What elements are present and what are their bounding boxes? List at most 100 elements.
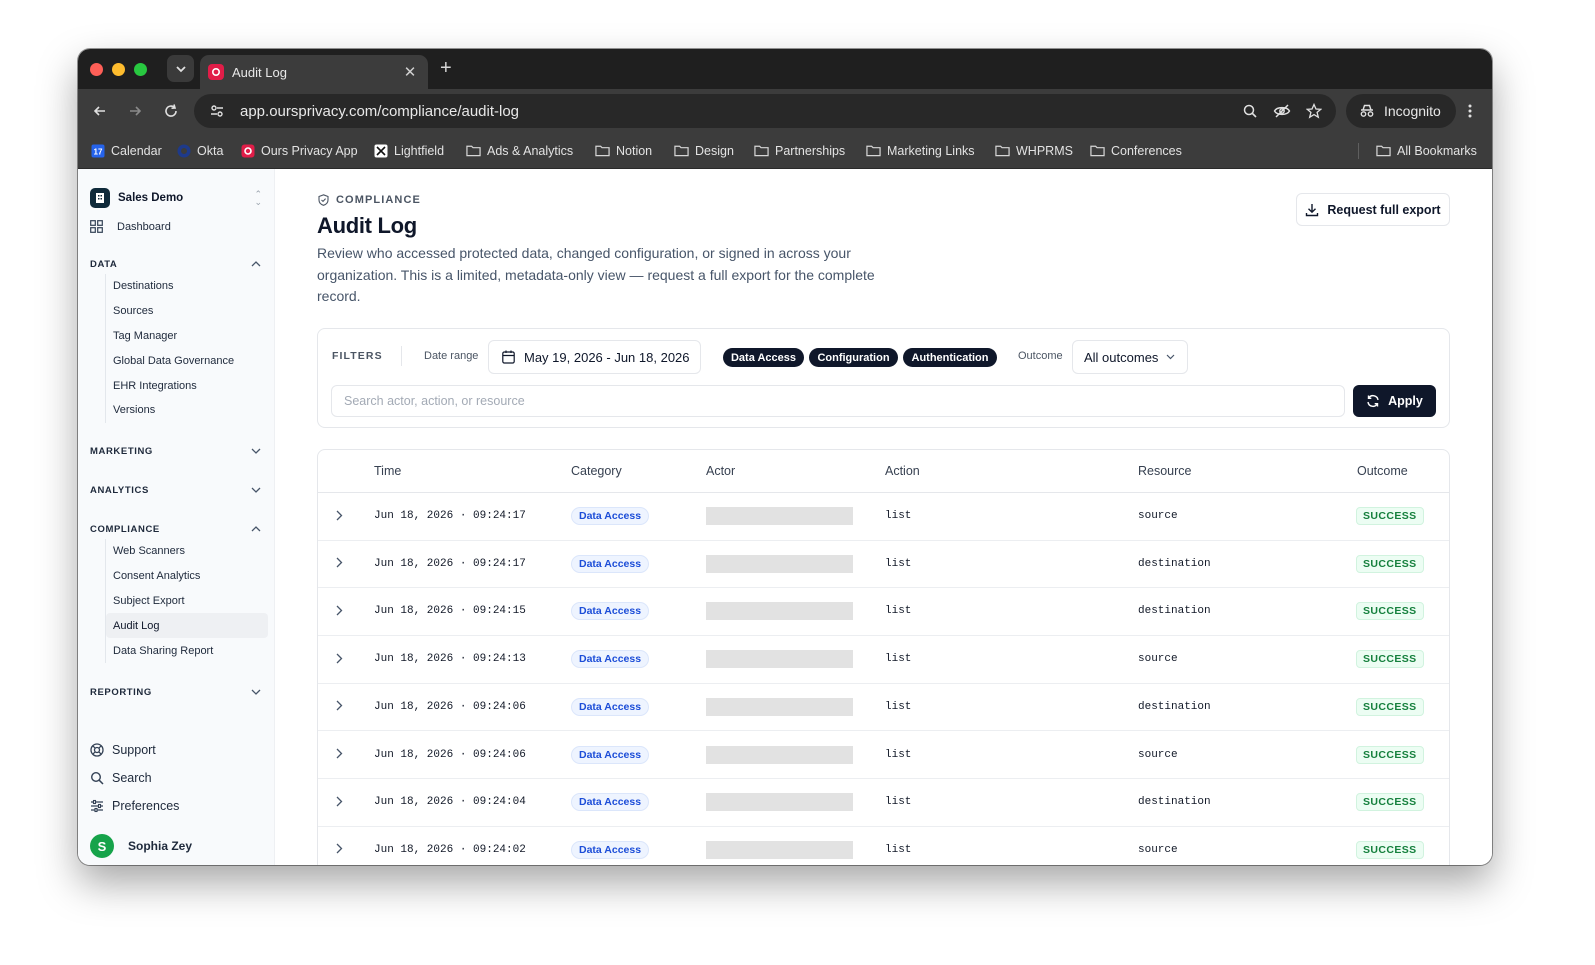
sidebar-section-marketing[interactable]: MARKETING xyxy=(90,445,262,457)
search-input[interactable] xyxy=(331,385,1345,417)
chevron-right-icon[interactable] xyxy=(333,794,345,808)
sidebar-item-ehr-integrations[interactable]: EHR Integrations xyxy=(106,373,268,398)
table-row[interactable]: Jun 18, 2026 · 09:24:15 Data Access list de… xyxy=(318,588,1449,637)
bookmark-calendar[interactable]: 17 Calendar xyxy=(90,143,162,158)
column-header-category[interactable]: Category xyxy=(571,464,622,478)
cell-action: list xyxy=(885,748,912,761)
tab-audit-log[interactable]: Audit Log ✕ xyxy=(200,55,428,89)
building-icon xyxy=(90,188,110,208)
new-tab-button[interactable]: + xyxy=(440,58,452,78)
cell-action: list xyxy=(885,700,912,713)
user-menu[interactable]: S Sophia Zey xyxy=(90,834,192,858)
chip-authentication[interactable]: Authentication xyxy=(903,348,997,367)
table-row[interactable]: Jun 18, 2026 · 09:24:06 Data Access list so… xyxy=(318,732,1449,780)
column-header-outcome[interactable]: Outcome xyxy=(1357,464,1408,478)
table-row[interactable]: Jun 18, 2026 · 09:24:06 Data Access list de… xyxy=(318,684,1449,732)
all-bookmarks[interactable]: All Bookmarks xyxy=(1376,143,1477,158)
sidebar-section-data[interactable]: DATA xyxy=(90,258,262,270)
chevron-right-icon[interactable] xyxy=(333,699,345,713)
sidebar-item-versions[interactable]: Versions xyxy=(106,398,268,423)
bookmark-notion[interactable]: Notion xyxy=(595,143,652,158)
lightfield-icon xyxy=(373,143,388,158)
bookmark-lightfield[interactable]: Lightfield xyxy=(373,143,444,158)
filters-label: FILTERS xyxy=(332,350,383,362)
bookmark-whprms[interactable]: WHPRMS xyxy=(995,143,1073,158)
table-row[interactable]: Jun 18, 2026 · 09:24:17 Data Access list so… xyxy=(318,493,1449,541)
browser-menu-icon[interactable] xyxy=(1462,101,1478,121)
sidebar-section-compliance[interactable]: COMPLIANCE xyxy=(90,523,262,535)
eye-off-icon[interactable] xyxy=(1272,101,1292,121)
cell-resource: source xyxy=(1138,748,1178,761)
sidebar-item-consent-analytics[interactable]: Consent Analytics xyxy=(106,564,268,589)
bookmark-star-icon[interactable] xyxy=(1304,101,1324,121)
column-header-action[interactable]: Action xyxy=(885,464,920,478)
bookmark-okta[interactable]: Okta xyxy=(176,143,223,158)
status-badge: SUCCESS xyxy=(1356,507,1424,525)
bookmark-design[interactable]: Design xyxy=(674,143,734,158)
minimize-window-button[interactable] xyxy=(112,63,125,76)
bookmark-conferences[interactable]: Conferences xyxy=(1090,143,1182,158)
close-tab-icon[interactable]: ✕ xyxy=(402,63,418,81)
column-header-actor[interactable]: Actor xyxy=(706,464,735,478)
tab-search-button[interactable] xyxy=(167,55,194,82)
sidebar-item-dashboard[interactable]: Dashboard xyxy=(90,220,171,233)
bookmark-ads-analytics[interactable]: Ads & Analytics xyxy=(466,143,573,158)
forward-button[interactable] xyxy=(125,101,145,121)
sidebar-item-sources[interactable]: Sources xyxy=(106,299,268,324)
sidebar-item-subject-export[interactable]: Subject Export xyxy=(106,589,268,614)
sidebar-item-web-scanners[interactable]: Web Scanners xyxy=(106,539,268,564)
bookmarks-bar: 17 Calendar Okta Ours Privacy App Lightf… xyxy=(78,133,1492,169)
sidebar-support[interactable]: Support xyxy=(90,743,156,757)
chip-configuration[interactable]: Configuration xyxy=(809,348,898,367)
sidebar-search[interactable]: Search xyxy=(90,771,152,785)
cell-action: list xyxy=(885,510,912,522)
org-switcher[interactable]: Sales Demo ⌃ ⌄ xyxy=(90,186,262,210)
reload-button[interactable] xyxy=(161,101,181,121)
cell-time: Jun 18, 2026 · 09:24:06 xyxy=(374,700,526,713)
folder-icon xyxy=(595,143,610,158)
cell-resource: destination xyxy=(1138,557,1211,570)
chevron-right-icon[interactable] xyxy=(333,556,345,570)
sidebar-compliance-list: Web Scanners Consent Analytics Subject E… xyxy=(105,539,268,663)
chevron-right-icon[interactable] xyxy=(333,603,345,617)
outcome-select[interactable]: All outcomes xyxy=(1072,340,1188,374)
status-badge: SUCCESS xyxy=(1356,745,1424,764)
close-window-button[interactable] xyxy=(90,63,103,76)
incognito-indicator[interactable]: Incognito xyxy=(1346,94,1456,128)
column-header-time[interactable]: Time xyxy=(374,464,401,478)
site-info-icon[interactable] xyxy=(206,100,228,122)
bookmark-marketing-links[interactable]: Marketing Links xyxy=(866,143,975,158)
sidebar-preferences[interactable]: Preferences xyxy=(90,799,179,813)
chevron-right-icon[interactable] xyxy=(333,842,345,856)
request-full-export-button[interactable]: Request full export xyxy=(1296,193,1450,226)
cell-action: list xyxy=(885,843,912,856)
sidebar-section-reporting[interactable]: REPORTING xyxy=(90,686,262,698)
chevron-right-icon[interactable] xyxy=(333,651,345,665)
sidebar-item-data-sharing-report[interactable]: Data Sharing Report xyxy=(106,638,268,663)
table-row[interactable]: Jun 18, 2026 · 09:24:02 Data Access list so… xyxy=(318,827,1449,865)
table-row[interactable]: Jun 18, 2026 · 09:24:04 Data Access list de… xyxy=(318,779,1449,827)
category-badge: Data Access xyxy=(571,554,650,573)
sidebar-item-destinations[interactable]: Destinations xyxy=(106,274,268,299)
sidebar-item-tag-manager[interactable]: Tag Manager xyxy=(106,324,268,349)
bookmark-ours-privacy-app[interactable]: Ours Privacy App xyxy=(240,143,358,158)
folder-icon xyxy=(466,143,481,158)
bookmark-label: Ours Privacy App xyxy=(261,143,358,158)
chip-data-access[interactable]: Data Access xyxy=(723,348,804,367)
chevron-right-icon[interactable] xyxy=(333,747,345,761)
table-row[interactable]: Jun 18, 2026 · 09:24:13 Data Access list so… xyxy=(318,636,1449,684)
bookmark-partnerships[interactable]: Partnerships xyxy=(754,143,845,158)
maximize-window-button[interactable] xyxy=(134,63,147,76)
back-button[interactable] xyxy=(90,101,110,121)
column-header-resource[interactable]: Resource xyxy=(1138,464,1192,478)
zoom-icon[interactable] xyxy=(1240,101,1260,121)
sidebar-section-analytics[interactable]: ANALYTICS xyxy=(90,484,262,496)
chevron-right-icon[interactable] xyxy=(333,508,345,522)
table-row[interactable]: Jun 18, 2026 · 09:24:17 Data Access list de… xyxy=(318,541,1449,589)
apply-button[interactable]: Apply xyxy=(1353,385,1436,417)
sidebar-item-global-data-governance[interactable]: Global Data Governance xyxy=(106,348,268,373)
date-range-picker[interactable]: May 19, 2026 - Jun 18, 2026 xyxy=(488,340,701,374)
sidebar-item-audit-log[interactable]: Audit Log xyxy=(106,613,268,639)
address-bar[interactable]: app.oursprivacy.com/compliance/audit-log xyxy=(194,94,1336,128)
ours-privacy-icon xyxy=(240,143,255,158)
